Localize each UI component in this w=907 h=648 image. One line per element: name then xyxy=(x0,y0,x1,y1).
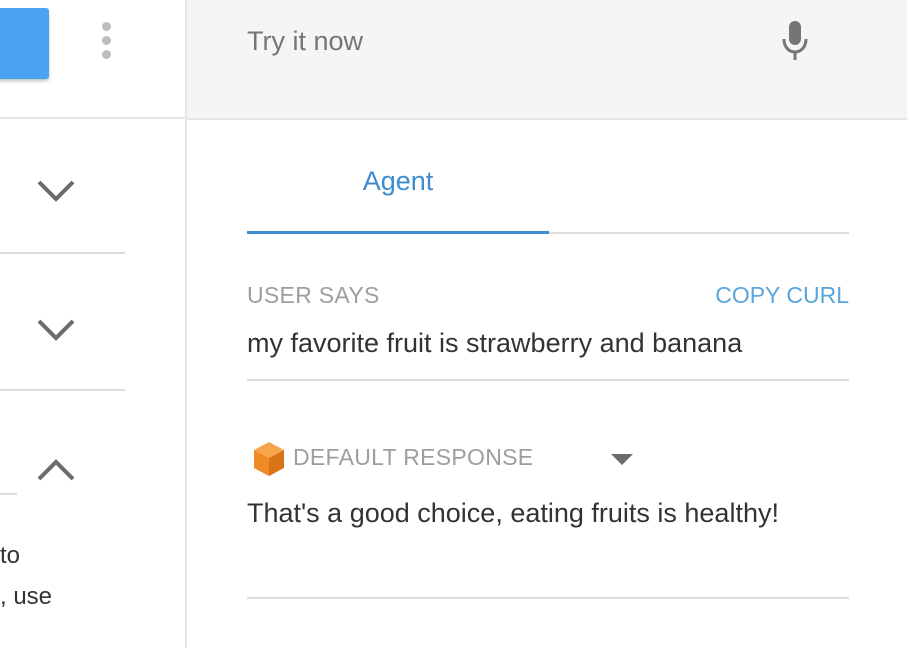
try-it-now-bar xyxy=(187,0,907,120)
tab-agent[interactable]: Agent xyxy=(247,150,549,234)
left-toolbar-divider xyxy=(0,117,185,119)
chevron-up-icon[interactable] xyxy=(34,455,78,485)
left-toolbar xyxy=(0,0,185,118)
left-help-text-line1: to xyxy=(0,542,21,569)
copy-curl-link[interactable]: COPY CURL xyxy=(680,282,849,309)
response-text: That's a good choice, eating fruits is h… xyxy=(247,498,779,528)
response-divider xyxy=(247,597,849,599)
chevron-down-icon[interactable] xyxy=(34,315,78,345)
primary-action-button[interactable] xyxy=(0,8,49,79)
kebab-menu-icon[interactable] xyxy=(99,22,115,60)
cube-icon xyxy=(254,442,284,476)
left-panel: to , use xyxy=(0,0,185,648)
user-says-label: USER SAYS xyxy=(247,282,380,308)
query-divider xyxy=(247,379,849,381)
default-response-label: DEFAULT RESPONSE xyxy=(293,444,534,470)
left-help-text-line2: , use xyxy=(0,583,53,610)
chevron-down-icon[interactable] xyxy=(34,176,78,206)
dropdown-triangle-icon[interactable] xyxy=(608,450,636,468)
section-divider xyxy=(0,389,125,391)
user-query-text: my favorite fruit is strawberry and bana… xyxy=(247,328,743,358)
try-it-now-input[interactable] xyxy=(247,18,747,64)
microphone-icon[interactable] xyxy=(781,20,809,62)
active-tab-indicator xyxy=(247,231,549,234)
input-underline xyxy=(0,493,17,495)
tab-agent-label: Agent xyxy=(362,166,434,196)
tab-bar-divider xyxy=(549,232,849,234)
section-divider xyxy=(0,252,125,254)
